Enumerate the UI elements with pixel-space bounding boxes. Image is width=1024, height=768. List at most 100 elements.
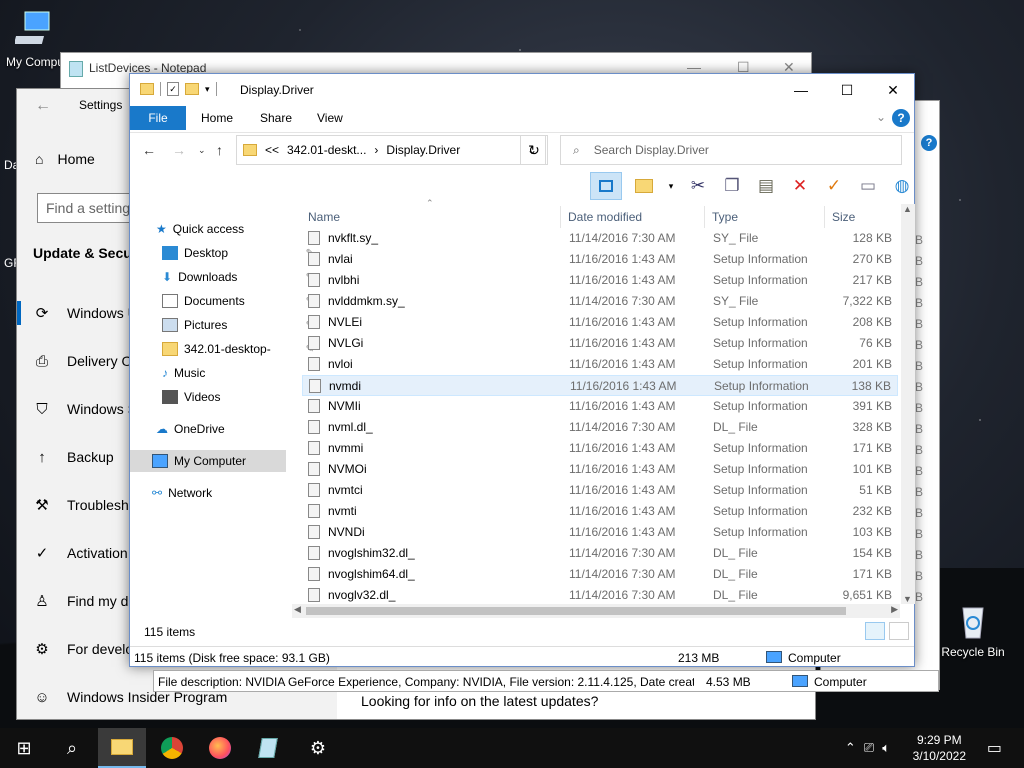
table-row[interactable]: nvoglv32.dl_ 11/14/2016 7:30 AM DL_ File 9,…: [302, 585, 898, 606]
breadcrumb-overflow[interactable]: <<: [265, 143, 279, 157]
back-arrow-icon[interactable]: ←: [35, 97, 51, 115]
scroll-right-icon[interactable]: ▶: [891, 604, 898, 615]
new-folder-icon[interactable]: [632, 174, 656, 198]
vertical-scrollbar[interactable]: ▲ ▼: [901, 204, 915, 604]
tab-home[interactable]: Home: [201, 106, 233, 130]
nav-onedrive[interactable]: ☁ OneDrive: [156, 418, 312, 440]
table-row[interactable]: NVLGi 11/16/2016 1:43 AM Setup Information…: [302, 333, 898, 354]
desktop-icon-recycle-bin[interactable]: Recycle Bin: [938, 600, 1008, 659]
table-row[interactable]: NVNDi 11/16/2016 1:43 AM Setup Information…: [302, 522, 898, 543]
nav-videos[interactable]: Videos: [162, 386, 318, 408]
file-name: nvoglshim32.dl_: [328, 546, 415, 560]
nav-pictures[interactable]: Pictures✎: [162, 314, 318, 336]
network-icon[interactable]: ⎚: [864, 740, 874, 756]
chrome-icon[interactable]: [148, 728, 196, 768]
tab-share[interactable]: Share: [260, 106, 292, 130]
table-row[interactable]: nvmtci 11/16/2016 1:43 AM Setup Informatio…: [302, 480, 898, 501]
paste-icon[interactable]: ▤: [754, 174, 778, 198]
nav-downloads[interactable]: ⬇Downloads✎: [162, 266, 318, 288]
table-row[interactable]: nvmmi 11/16/2016 1:43 AM Setup Information…: [302, 438, 898, 459]
table-row[interactable]: nvmti 11/16/2016 1:43 AM Setup Information…: [302, 501, 898, 522]
column-divider[interactable]: [824, 206, 825, 228]
search-input[interactable]: ⌕ Search Display.Driver: [560, 135, 902, 165]
table-row[interactable]: nvlai 11/16/2016 1:43 AM Setup Information…: [302, 249, 898, 270]
settings-gear-icon[interactable]: ⚙: [294, 728, 342, 768]
ribbon-expand-icon[interactable]: ⌄: [876, 110, 886, 124]
firefox-icon[interactable]: [196, 728, 244, 768]
help-icon[interactable]: ?: [892, 109, 910, 127]
tab-file[interactable]: File: [130, 106, 186, 130]
qat-dropdown-icon[interactable]: ▾: [205, 84, 210, 95]
column-header-date[interactable]: Date modified: [568, 206, 642, 228]
dropdown-icon[interactable]: ▾: [666, 174, 676, 198]
table-row[interactable]: NVMIi 11/16/2016 1:43 AM Setup Information…: [302, 396, 898, 417]
maximize-icon[interactable]: ☐: [824, 74, 870, 106]
column-header-size[interactable]: Size: [832, 206, 855, 228]
table-row[interactable]: nvkflt.sy_ 11/14/2016 7:30 AM SY_ File 128 …: [302, 228, 898, 249]
scroll-thumb[interactable]: [306, 607, 846, 615]
horizontal-scrollbar[interactable]: ◀ ▶: [292, 604, 900, 618]
file-date: 11/14/2016 7:30 AM: [569, 588, 676, 602]
cut-icon[interactable]: ✂: [686, 174, 710, 198]
rename-icon[interactable]: ▭: [856, 174, 880, 198]
column-divider[interactable]: [704, 206, 705, 228]
details-view-icon[interactable]: [865, 622, 885, 640]
notification-icon[interactable]: ▭: [987, 738, 1002, 758]
volume-icon[interactable]: 🔈︎: [882, 740, 890, 756]
breadcrumb-parent[interactable]: 342.01-deskt...: [287, 143, 366, 157]
forward-icon[interactable]: →: [172, 142, 186, 158]
column-header-type[interactable]: Type: [712, 206, 738, 228]
nav-folder-342[interactable]: 342.01-desktop-✎: [162, 338, 318, 360]
large-icons-view-icon[interactable]: [889, 622, 909, 640]
nav-music[interactable]: ♪ Music: [162, 362, 318, 384]
nav-my-computer[interactable]: My Computer: [130, 450, 286, 472]
nav-quick-access[interactable]: ★ Quick access: [156, 218, 312, 240]
tab-view[interactable]: View: [317, 106, 343, 130]
delete-icon[interactable]: ✕: [788, 174, 812, 198]
clock[interactable]: 9:29 PM 3/10/2022: [913, 732, 966, 764]
nav-network[interactable]: ⚯ Network: [152, 482, 308, 504]
help-icon[interactable]: ?: [921, 135, 937, 151]
table-row[interactable]: nvlddmkm.sy_ 11/14/2016 7:30 AM SY_ File 7,…: [302, 291, 898, 312]
column-header-name[interactable]: Name: [308, 206, 340, 228]
settings-home-link[interactable]: ⌂ Home: [35, 151, 95, 167]
settings-updates-info[interactable]: Looking for info on the latest updates?: [361, 693, 598, 709]
nav-documents[interactable]: Documents✎: [162, 290, 318, 312]
table-row[interactable]: nvoglshim64.dl_ 11/14/2016 7:30 AM DL_ Fil…: [302, 564, 898, 585]
chevron-up-icon[interactable]: ⌃: [845, 740, 856, 756]
start-icon[interactable]: ⊞: [0, 728, 48, 768]
preview-pane-icon[interactable]: [590, 172, 622, 200]
table-row[interactable]: nvloi 11/16/2016 1:43 AM Setup Information…: [302, 354, 898, 375]
breadcrumb-current[interactable]: Display.Driver: [386, 143, 460, 157]
refresh-icon[interactable]: ↻: [520, 135, 548, 165]
shell-icon[interactable]: ◍: [890, 174, 914, 198]
file-explorer-icon[interactable]: [98, 728, 146, 768]
minimize-icon[interactable]: —: [778, 74, 824, 106]
scroll-down-icon[interactable]: ▼: [903, 594, 912, 604]
notepad-icon[interactable]: [244, 728, 292, 768]
nav-desktop[interactable]: Desktop✎: [162, 242, 318, 264]
table-row[interactable]: nvmdi 11/16/2016 1:43 AM Setup Information…: [302, 375, 898, 396]
search-icon[interactable]: ⌕: [48, 728, 96, 768]
back-icon[interactable]: ←: [142, 142, 156, 158]
scroll-left-icon[interactable]: ◀: [294, 604, 301, 615]
table-row[interactable]: NVLEi 11/16/2016 1:43 AM Setup Information…: [302, 312, 898, 333]
explorer-titlebar[interactable]: ✓ ▾ Display.Driver — ☐ ✕: [130, 74, 914, 106]
file-name: nvmti: [328, 504, 357, 518]
scroll-up-icon[interactable]: ▲: [903, 204, 912, 214]
checkmark-icon[interactable]: ✓: [822, 174, 846, 198]
table-row[interactable]: nvoglshim32.dl_ 11/14/2016 7:30 AM DL_ Fil…: [302, 543, 898, 564]
address-bar[interactable]: << 342.01-deskt... › Display.Driver ⌄: [236, 135, 546, 165]
copy-icon[interactable]: ❐: [720, 174, 744, 198]
properties-icon[interactable]: ✓: [167, 82, 179, 96]
up-icon[interactable]: ↑: [216, 142, 223, 158]
recent-locations-icon[interactable]: ⌄: [198, 145, 206, 156]
breadcrumb-separator-icon[interactable]: ›: [374, 143, 378, 157]
file-explorer-window[interactable]: ✓ ▾ Display.Driver — ☐ ✕ File Home Share…: [129, 73, 915, 667]
close-icon[interactable]: ✕: [870, 74, 916, 106]
table-row[interactable]: nvml.dl_ 11/14/2016 7:30 AM DL_ File 328 KB: [302, 417, 898, 438]
table-row[interactable]: NVMOi 11/16/2016 1:43 AM Setup Information…: [302, 459, 898, 480]
table-row[interactable]: nvlbhi 11/16/2016 1:43 AM Setup Informatio…: [302, 270, 898, 291]
column-divider[interactable]: [560, 206, 561, 228]
new-folder-icon[interactable]: [185, 83, 199, 95]
